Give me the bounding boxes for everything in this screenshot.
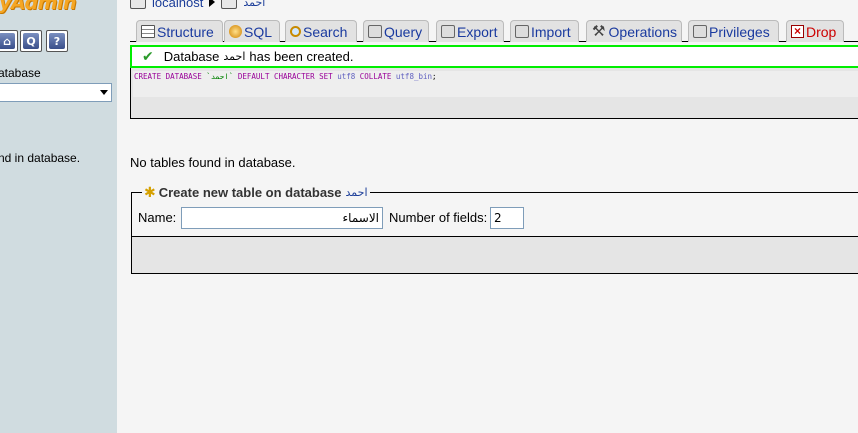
table-name-input[interactable] [181,207,383,229]
tab-query[interactable]: Query [363,20,429,42]
create-table-footer [131,236,858,274]
number-of-fields-label: Number of fields: [389,210,488,225]
query-window-button[interactable]: Q [20,30,42,52]
nav-no-tables-text: nd in database. [0,151,81,165]
new-table-icon: ✱ [144,184,156,200]
sql-keyword: COLLATE [359,72,392,81]
breadcrumb-separator-icon [209,0,216,7]
create-table-legend: ✱ Create new table on database احمد [142,184,370,201]
tab-operations[interactable]: ⚒ Operations [586,20,682,42]
home-icon: ⌂ [0,33,15,49]
success-prefix: Database [163,49,220,64]
database-label: atabase [0,66,41,80]
check-icon: ✔ [142,48,154,64]
create-table-fieldset: ✱ Create new table on database احمد Name… [131,184,858,237]
tab-import[interactable]: Import [510,20,579,42]
tab-operations-label: Operations [608,23,677,40]
chevron-down-icon [100,90,108,95]
sql-keyword: CREATE DATABASE [134,72,202,81]
tab-drop-label: Drop [806,23,837,40]
documentation-button[interactable]: ? [46,30,68,52]
breadcrumb-database[interactable]: احمد [243,0,265,9]
tab-sql[interactable]: SQL [224,20,280,42]
tab-privileges[interactable]: Privileges [688,20,779,42]
tab-sql-label: SQL [244,23,273,40]
phpmyadmin-logo[interactable]: nyAdmin [0,0,76,14]
sql-collation: utf8_bin [395,72,433,81]
search-icon [290,26,301,37]
privileges-icon [693,25,707,38]
tab-export-label: Export [457,23,498,40]
sql-charset: utf8 [337,72,356,81]
no-tables-message: No tables found in database. [130,155,296,170]
export-icon [441,25,455,38]
tab-bar: Structure SQL Search Query Export Import… [130,20,858,42]
create-table-title: Create new table on database [158,185,342,200]
sql-terminator: ; [432,72,437,81]
success-suffix: has been created. [249,49,354,64]
import-icon [515,25,529,38]
table-name-label: Name: [138,210,177,225]
success-message: ✔ Database احمد has been created. [130,45,858,68]
database-select[interactable] [0,83,112,102]
tab-export[interactable]: Export [436,20,504,42]
operations-icon: ⚒ [592,22,606,40]
server-icon [130,0,146,9]
breadcrumb-server[interactable]: localhost [152,0,203,10]
navigation-frame: nyAdmin ⌂ Q ? atabase nd in database. [0,0,117,433]
sql-query-text: CREATE DATABASE `احمد` DEFAULT CHARACTER… [133,71,858,97]
sql-db-name: `احمد` [206,72,234,81]
tab-search-label: Search [303,23,348,40]
query-window-icon: Q [23,33,39,49]
home-button[interactable]: ⌂ [0,30,18,52]
tab-privileges-label: Privileges [709,23,770,40]
sql-query-box: CREATE DATABASE `احمد` DEFAULT CHARACTER… [130,68,858,119]
drop-icon: × [791,25,804,38]
structure-icon [141,25,155,38]
create-table-dbname: احمد [345,187,368,199]
sql-keyword: DEFAULT CHARACTER SET [237,72,333,81]
database-icon [221,0,238,9]
breadcrumb: localhost احمد [130,0,265,10]
sql-icon [229,25,242,38]
tab-query-label: Query [384,23,423,40]
tab-search[interactable]: Search [285,20,357,42]
tab-import-label: Import [531,23,571,40]
tab-structure[interactable]: Structure [136,20,223,42]
tab-structure-label: Structure [157,23,214,40]
docs-icon: ? [49,33,65,49]
query-icon [368,25,382,38]
number-of-fields-input[interactable] [490,207,524,229]
success-dbname: احمد [223,51,246,63]
tab-drop[interactable]: × Drop [786,20,844,42]
